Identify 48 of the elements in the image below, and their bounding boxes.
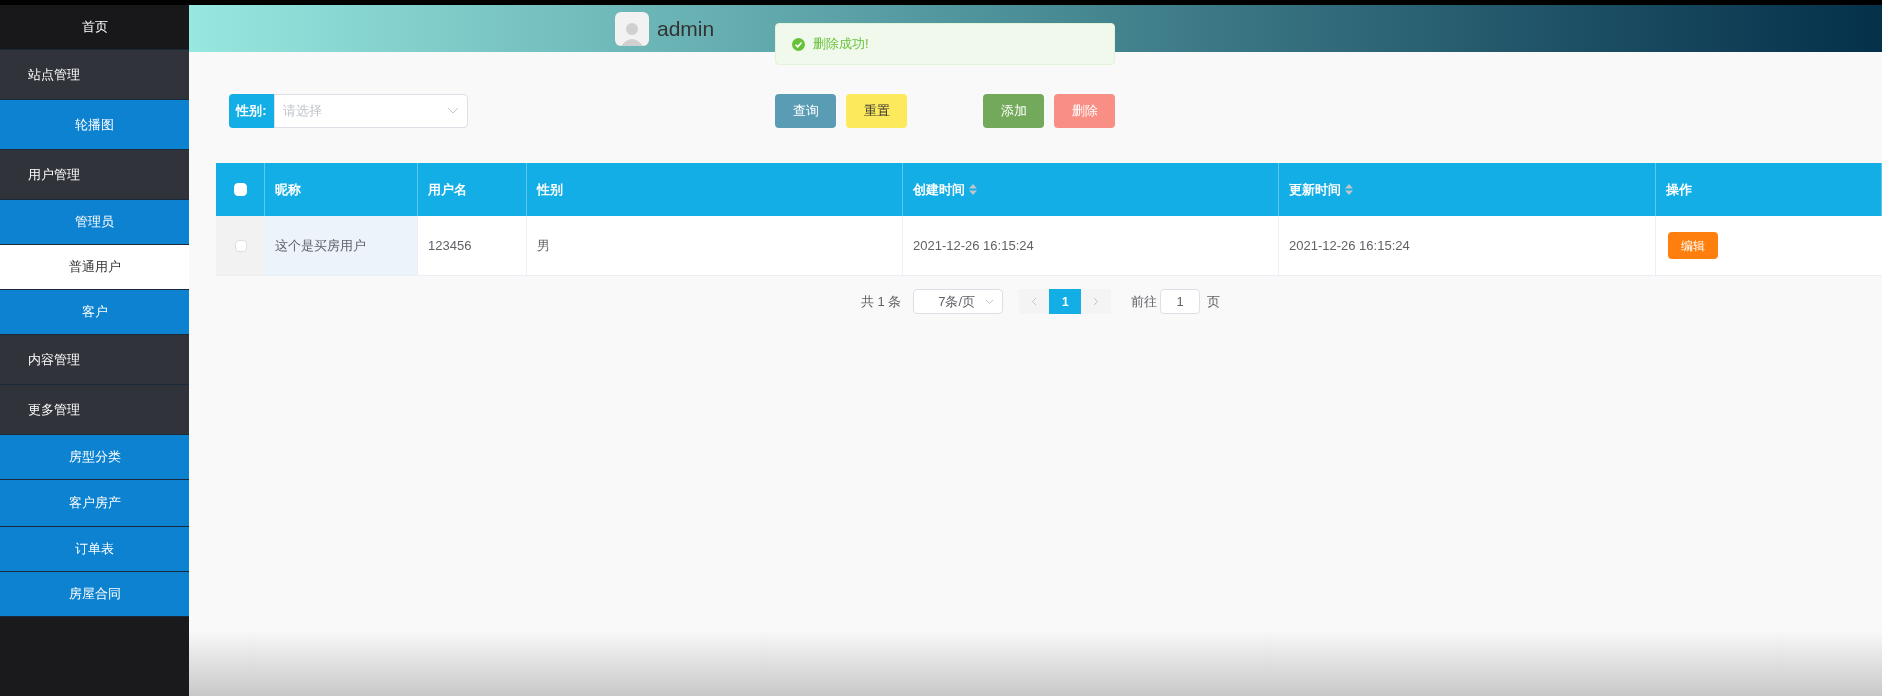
action-button[interactable]: 添加 [983, 94, 1044, 128]
table-cell-text: 男 [537, 236, 550, 255]
sidebar-item[interactable]: 更多管理 [0, 385, 189, 435]
page-button[interactable]: 1 [1049, 289, 1082, 314]
chevron-right-icon [1093, 297, 1100, 306]
goto-label: 前往 [1131, 292, 1158, 311]
check-circle-icon [792, 37, 805, 51]
sidebar-item[interactable]: 普通用户 [0, 245, 189, 290]
gender-label: 性别: [229, 94, 274, 128]
sidebar-item[interactable]: 房型分类 [0, 435, 189, 480]
avatar-icon [615, 11, 649, 46]
table-cell-text: 2021-12-26 16:15:24 [1289, 236, 1410, 255]
sidebar-item[interactable]: 订单表 [0, 527, 189, 572]
page-input[interactable]: 1 [1160, 289, 1201, 314]
sidebar-item[interactable]: 房屋合同 [0, 572, 189, 617]
previous-page-button[interactable] [1019, 289, 1050, 314]
table-cell-text: 123456 [428, 236, 472, 255]
action-button[interactable]: 删除 [1054, 94, 1115, 128]
action-button[interactable]: 重置 [846, 94, 907, 128]
sort-icon[interactable] [1345, 184, 1353, 195]
sidebar-item[interactable]: 站点管理 [0, 50, 189, 100]
sidebar-item[interactable]: 内容管理 [0, 335, 189, 385]
edit-button[interactable]: 编辑 [1668, 232, 1718, 259]
page-size-select[interactable]: 7条/页 [913, 289, 1004, 314]
sort-icon[interactable] [969, 184, 977, 195]
column-header[interactable]: 更新时间 [1279, 163, 1656, 216]
column-header: 性别 [527, 163, 903, 216]
column-header: 操作 [1656, 163, 1882, 216]
chevron-left-icon [1031, 297, 1038, 306]
chevron-down-icon [447, 107, 459, 115]
action-button[interactable]: 查询 [775, 94, 836, 128]
chevron-down-icon [985, 298, 995, 305]
next-page-button[interactable] [1081, 289, 1112, 314]
table-cell-text: 2021-12-26 16:15:24 [913, 236, 1034, 255]
column-header: 用户名 [418, 163, 527, 216]
sidebar-item[interactable]: 客户房产 [0, 480, 189, 527]
page-suffix: 页 [1207, 292, 1221, 311]
sidebar-item[interactable]: 管理员 [0, 200, 189, 245]
toast-message: 删除成功! [813, 35, 869, 54]
table-cell-text: 这个是买房用户 [275, 236, 366, 255]
sidebar-item[interactable]: 轮播图 [0, 100, 189, 150]
sidebar-item[interactable]: 客户 [0, 290, 189, 335]
total-count: 共 1 条 [860, 292, 902, 311]
sidebar-item[interactable]: 用户管理 [0, 150, 189, 200]
row-checkbox[interactable] [234, 239, 247, 252]
select-all-checkbox[interactable] [233, 183, 247, 196]
column-header[interactable]: 创建时间 [903, 163, 1279, 216]
username: admin [657, 15, 715, 42]
